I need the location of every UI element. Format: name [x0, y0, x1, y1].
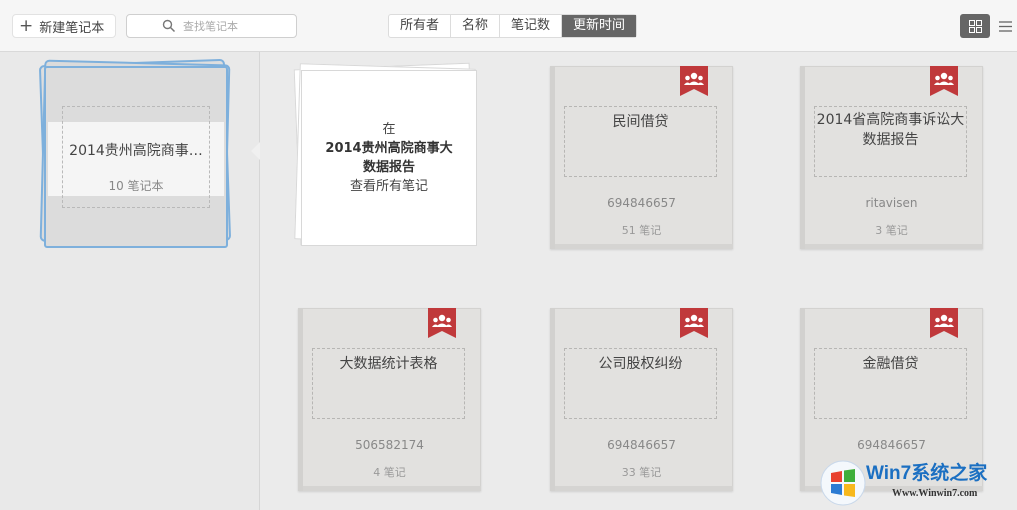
- site-watermark: Win7系统之家 Www.Winwin7.com: [820, 456, 1017, 510]
- notebook-card[interactable]: 民间借贷 694846657 51 笔记: [550, 66, 733, 249]
- plus-icon: +: [19, 15, 34, 36]
- shared-group-icon: [680, 308, 708, 338]
- notebook-shade: [303, 486, 481, 491]
- notebook-stack[interactable]: 2014贵州高院商事… 10 笔记本: [38, 58, 234, 254]
- search-placeholder: 查找笔记本: [183, 20, 238, 33]
- notebook-shade: [555, 486, 733, 491]
- sort-by-name[interactable]: 名称: [451, 15, 501, 37]
- search-icon: [162, 19, 176, 33]
- new-notebook-label: 新建笔记本: [39, 20, 105, 36]
- notebook-note-count: 33 笔记: [621, 466, 662, 479]
- sort-segmented-control: 所有者 名称 笔记数 更新时间: [388, 14, 638, 38]
- stack-pane: 2014贵州高院商事… 10 笔记本: [0, 52, 260, 510]
- notebook-shade: [805, 244, 983, 249]
- intro-stack-name: 2014贵州高院商事大: [325, 141, 453, 156]
- notebook-owner: 694846657: [607, 438, 676, 452]
- notebook-shade: [555, 244, 733, 249]
- shared-group-icon: [680, 66, 708, 96]
- notebook-card[interactable]: 2014省高院商事诉讼大数据报告 ritavisen 3 笔记: [800, 66, 983, 249]
- shared-group-icon: [930, 308, 958, 338]
- shared-group-icon: [930, 66, 958, 96]
- sort-by-note-count[interactable]: 笔记数: [500, 15, 563, 37]
- windows-logo-icon: [820, 460, 866, 506]
- notebook-card[interactable]: 大数据统计表格 506582174 4 笔记: [298, 308, 481, 491]
- notebook-note-count: 51 笔记: [621, 224, 662, 237]
- view-all-notes-text: 在 2014贵州高院商事大 数据报告 查看所有笔记: [301, 120, 477, 196]
- sort-by-updated-time[interactable]: 更新时间: [562, 15, 637, 37]
- grid-view-button[interactable]: [960, 14, 990, 38]
- notebook-owner: 506582174: [355, 438, 424, 452]
- shared-group-icon: [428, 308, 456, 338]
- notebook-note-count: 3 笔记: [875, 224, 908, 237]
- notebook-name: 2014省高院商事诉讼大数据报告: [816, 112, 965, 148]
- intro-stack-name: 数据报告: [362, 160, 415, 175]
- watermark-url: Www.Winwin7.com: [892, 488, 978, 499]
- stack-count: 10 笔记本: [108, 179, 164, 193]
- stack-cover: 2014贵州高院商事… 10 笔记本: [44, 66, 228, 248]
- watermark-title: Win7系统之家: [866, 463, 988, 484]
- notebook-owner: 694846657: [607, 196, 676, 210]
- toolbar: + 新建笔记本 查找笔记本 所有者 名称 笔记数 更新时间: [0, 0, 1017, 52]
- list-view-button[interactable]: [995, 14, 1015, 38]
- search-input[interactable]: 查找笔记本: [126, 14, 297, 38]
- list-icon: [998, 20, 1012, 32]
- notebook-card[interactable]: 公司股权纠纷 694846657 33 笔记: [550, 308, 733, 491]
- notebook-owner: 694846657: [857, 438, 926, 452]
- new-notebook-button[interactable]: + 新建笔记本: [12, 14, 116, 38]
- grid-icon: [968, 19, 982, 33]
- notebook-name: 大数据统计表格: [339, 356, 438, 372]
- sort-by-owner[interactable]: 所有者: [389, 15, 452, 37]
- notebook-name: 金融借贷: [862, 356, 919, 372]
- intro-line: 在: [382, 122, 396, 137]
- intro-line: 查看所有笔记: [349, 179, 428, 194]
- selection-pointer: [251, 142, 260, 160]
- notebook-spine: [800, 308, 805, 491]
- notebook-note-count: 4 笔记: [373, 466, 406, 479]
- notebook-name: 公司股权纠纷: [598, 356, 683, 372]
- notebook-name: 民间借贷: [612, 114, 669, 130]
- notebook-owner: ritavisen: [865, 196, 918, 210]
- stack-title: 2014贵州高院商事…: [69, 143, 203, 159]
- view-all-notes-card[interactable]: 在 2014贵州高院商事大 数据报告 查看所有笔记: [293, 62, 481, 252]
